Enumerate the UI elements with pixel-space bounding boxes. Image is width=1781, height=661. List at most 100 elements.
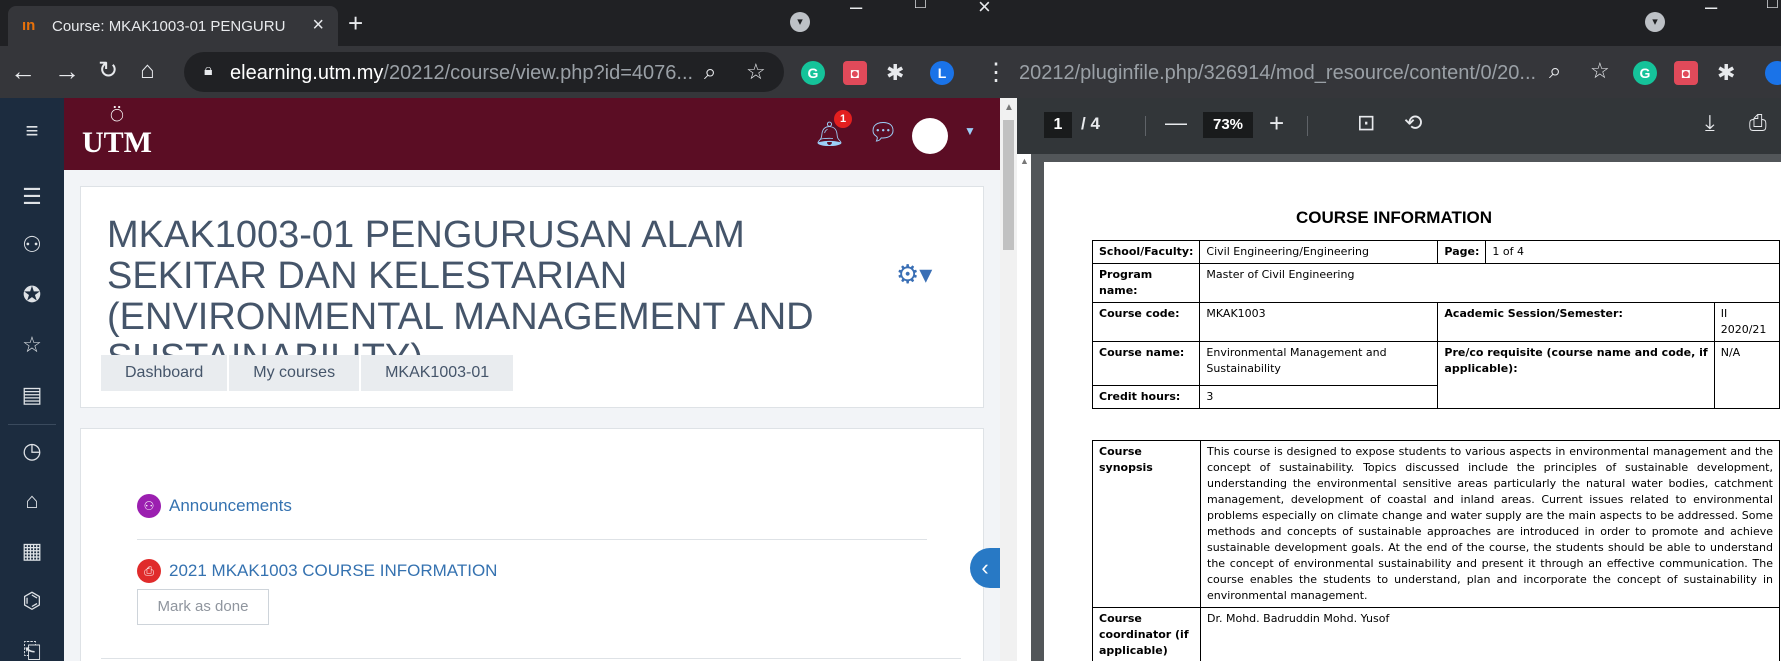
session-value: II 2020/21	[1713, 302, 1781, 342]
breadcrumb-course[interactable]: MKAK1003-01	[361, 355, 516, 391]
pdf-viewer[interactable]: ▲ COURSE INFORMATION School/Faculty: Civ…	[1017, 154, 1781, 661]
files-icon[interactable]: ⎗	[0, 638, 64, 661]
utm-logo[interactable]: ⍥ UTM	[82, 104, 152, 166]
session-label: Academic Session/Semester:	[1437, 302, 1715, 342]
pdf-toolbar: 1 / 4 — 73% + ⊡ ⟲ ⤓ ⎙	[1017, 98, 1781, 154]
activity-label[interactable]: Announcements	[169, 496, 292, 516]
page-scrollbar[interactable]: ▲	[1000, 98, 1017, 661]
tab-strip-right: ▾ – □	[1017, 0, 1781, 46]
browser-tab[interactable]: ın Course: MKAK1003-01 PENGURU ×	[8, 6, 338, 46]
activity-label[interactable]: 2021 MKAK1003 COURSE INFORMATION	[169, 561, 497, 581]
browser-toolbar-right: 20212/pluginfile.php/326914/mod_resource…	[1017, 46, 1781, 98]
course-settings-gear-icon[interactable]: ⚙▾	[896, 259, 932, 290]
messages-icon[interactable]: 💬︎	[868, 118, 898, 147]
tab-search-icon[interactable]: ▾	[790, 12, 810, 32]
zoom-level-input[interactable]: 73%	[1203, 112, 1253, 138]
prereq-value: N/A	[1713, 341, 1781, 409]
zoom-out-icon[interactable]: —	[1165, 110, 1187, 136]
breadcrumb-my-courses[interactable]: My courses	[229, 355, 362, 391]
zoom-in-icon[interactable]: +	[1269, 108, 1284, 139]
course-content-card: ⚇ Announcements ⎙ 2021 MKAK1003 COURSE I…	[80, 428, 984, 661]
moodle-icon: ın	[22, 17, 36, 34]
fit-to-page-icon[interactable]: ⊡	[1357, 110, 1375, 136]
participants-icon[interactable]: ⚇	[0, 232, 64, 258]
home-icon[interactable]: ⌂	[0, 488, 64, 514]
grades-icon[interactable]: ▤	[0, 382, 64, 408]
credit-value: 3	[1199, 385, 1439, 409]
name-label: Course name:	[1091, 341, 1201, 386]
dashboard-icon[interactable]: ◷	[0, 438, 64, 464]
list-icon[interactable]: ☰	[0, 184, 64, 210]
zoom-icon[interactable]: ⌕	[1549, 58, 1561, 84]
courses-icon[interactable]: ⌬	[0, 588, 64, 614]
home-icon[interactable]: ⌂	[140, 58, 155, 84]
profile-icon[interactable]	[1765, 61, 1781, 85]
minimize-icon[interactable]: –	[1705, 0, 1717, 20]
calendar-icon[interactable]: ▦	[0, 538, 64, 564]
forum-icon: ⚇	[137, 494, 161, 518]
close-tab-icon[interactable]: ×	[312, 14, 324, 37]
window-close-icon[interactable]: ×	[978, 0, 991, 20]
notification-count-badge: 1	[834, 110, 852, 128]
coordinator-label: Course coordinator (if applicable)	[1092, 607, 1201, 661]
moodle-page: ≡ ☰ ⚇ ✪ ☆ ▤ ◷ ⌂ ▦ ⌬ ⎗ ⍥ UTM 🔔︎ 1 💬︎ ▼ MK…	[0, 98, 1017, 661]
grammarly-extension-icon[interactable]: G	[801, 61, 825, 85]
url-text: elearning.utm.my/20212/course/view.php?i…	[230, 62, 694, 84]
extensions-puzzle-icon[interactable]: ✱	[1717, 60, 1735, 86]
download-icon[interactable]: ⤓	[1705, 110, 1715, 136]
maximize-icon[interactable]: □	[1767, 0, 1778, 13]
tab-title: Course: MKAK1003-01 PENGURU	[52, 18, 286, 35]
badges-icon[interactable]: ✪	[0, 282, 64, 308]
zoom-icon[interactable]: ⌕	[704, 59, 716, 85]
minimize-icon[interactable]: –	[850, 0, 862, 20]
synopsis-label: Course synopsis	[1092, 440, 1201, 608]
nav-drawer: ≡ ☰ ⚇ ✪ ☆ ▤ ◷ ⌂ ▦ ⌬ ⎗	[0, 98, 64, 661]
drawer-divider	[8, 424, 56, 425]
pocket-extension-icon[interactable]: ◘	[1674, 61, 1698, 85]
section-divider	[101, 658, 961, 659]
utm-crest-icon: ⍥	[110, 103, 124, 128]
scroll-up-arrow-icon[interactable]: ▲	[1020, 156, 1029, 166]
code-value: MKAK1003	[1199, 302, 1439, 342]
bookmark-star-icon[interactable]: ☆	[746, 59, 766, 85]
profile-icon[interactable]: L	[930, 61, 954, 85]
toolbar-divider	[1145, 116, 1146, 136]
synopsis-text: This course is designed to expose studen…	[1200, 440, 1780, 608]
menu-icon[interactable]: ≡	[0, 118, 64, 144]
url-text[interactable]: 20212/pluginfile.php/326914/mod_resource…	[1019, 62, 1536, 85]
mark-as-done-button[interactable]: Mark as done	[137, 589, 269, 625]
forward-icon[interactable]: →	[54, 58, 80, 84]
competencies-icon[interactable]: ☆	[0, 332, 64, 358]
name-value: Environmental Management and Sustainabil…	[1199, 341, 1439, 386]
print-icon[interactable]: ⎙	[1749, 110, 1767, 136]
browser-menu-icon[interactable]: ⋮	[984, 58, 1008, 87]
pocket-extension-icon[interactable]: ◘	[843, 61, 867, 85]
address-bar[interactable]: 🔒︎ elearning.utm.my/20212/course/view.ph…	[184, 52, 784, 92]
breadcrumb-dashboard[interactable]: Dashboard	[101, 355, 230, 391]
extensions-puzzle-icon[interactable]: ✱	[886, 60, 904, 86]
grammarly-extension-icon[interactable]: G	[1633, 61, 1657, 85]
new-tab-icon[interactable]: +	[348, 8, 363, 39]
back-icon[interactable]: ←	[10, 58, 36, 84]
bookmark-star-icon[interactable]: ☆	[1590, 58, 1610, 84]
prereq-label: Pre/co requisite (course name and code, …	[1437, 341, 1715, 409]
rotate-icon[interactable]: ⟲	[1404, 110, 1422, 136]
maximize-icon[interactable]: □	[915, 0, 926, 13]
user-menu-caret-icon[interactable]: ▼	[964, 124, 976, 138]
pdf-scrollbar[interactable]: ▲	[1017, 154, 1031, 661]
credit-label: Credit hours:	[1091, 385, 1201, 409]
reload-icon[interactable]: ↻	[98, 58, 118, 84]
page-number-input[interactable]: 1	[1044, 112, 1072, 138]
pdf-icon: ⎙	[137, 559, 161, 583]
page-total: / 4	[1081, 114, 1100, 133]
course-info-table: School/Faculty: Civil Engineering/Engine…	[1091, 240, 1781, 409]
scroll-up-arrow-icon[interactable]: ▲	[1004, 102, 1014, 113]
user-avatar[interactable]	[912, 118, 948, 154]
page-value: 1 of 4	[1485, 240, 1780, 264]
tab-search-icon[interactable]: ▾	[1645, 12, 1665, 32]
scrollbar-thumb[interactable]	[1003, 120, 1014, 250]
left-browser-window: ın Course: MKAK1003-01 PENGURU × + ▾ – □…	[0, 0, 1017, 661]
program-value: Master of Civil Engineering	[1199, 263, 1780, 303]
breadcrumb: Dashboard My courses MKAK1003-01	[101, 355, 516, 391]
program-label: Program name:	[1091, 263, 1201, 303]
